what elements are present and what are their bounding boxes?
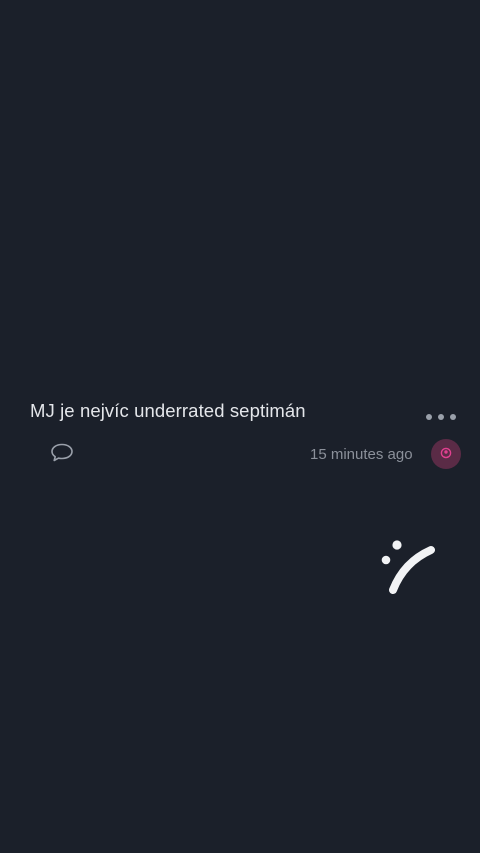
ellipsis-icon	[438, 414, 444, 420]
loading-spinner-icon	[381, 540, 435, 594]
loading-spinner	[376, 537, 436, 595]
speech-bubble-icon	[51, 443, 73, 462]
more-options-button[interactable]	[426, 409, 456, 425]
ellipsis-icon	[426, 414, 432, 420]
ellipsis-icon	[450, 414, 456, 420]
post-timestamp: 15 minutes ago	[310, 446, 413, 463]
post-item[interactable]: MJ je nejvíc underrated septimán 15 minu…	[0, 392, 480, 482]
post-text: MJ je nejvíc underrated septimán	[30, 400, 306, 421]
reply-button[interactable]	[49, 442, 75, 464]
user-avatar-icon	[440, 447, 452, 459]
avatar[interactable]	[431, 439, 461, 469]
